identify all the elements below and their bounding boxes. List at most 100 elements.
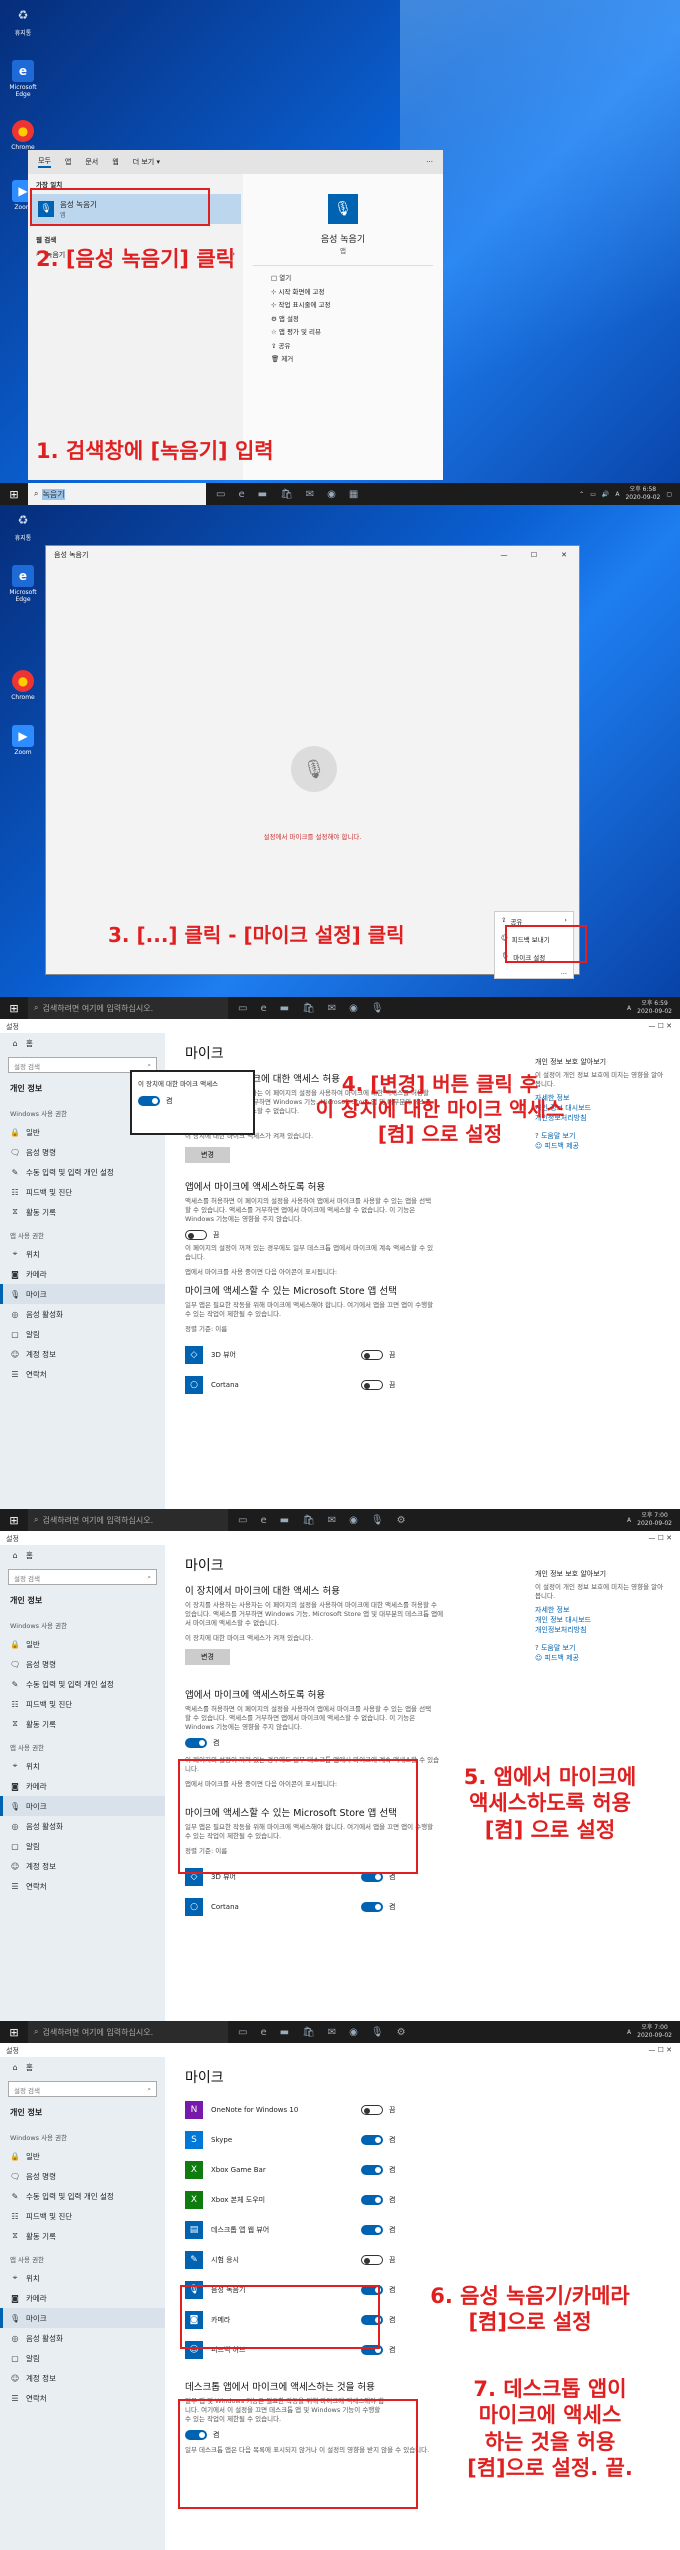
action-uninstall[interactable]: 🗑 제거 bbox=[253, 353, 433, 367]
desktop-icon-recycle[interactable]: ♻ 휴지통 bbox=[6, 509, 40, 542]
clock[interactable]: 오후 6:59 2020-09-02 bbox=[637, 1000, 672, 1016]
desktop-icon-chrome[interactable]: ● Chrome bbox=[6, 670, 40, 701]
apps-access-toggle[interactable] bbox=[185, 1738, 207, 1748]
notification-icon[interactable]: ▢ bbox=[666, 491, 672, 498]
action-open[interactable]: □ 열기 bbox=[253, 272, 433, 286]
chrome-icon[interactable]: ◉ bbox=[327, 489, 336, 500]
store-icon[interactable]: 🛍 bbox=[302, 2027, 315, 2038]
action-app-settings[interactable]: ⚙ 앱 설정 bbox=[253, 313, 433, 327]
gear-icon[interactable]: ⚙ bbox=[397, 1515, 406, 1526]
nav-microphone[interactable]: 🎙 마이크 bbox=[0, 2308, 165, 2328]
nav-speech[interactable]: 🗨 음성 명령 bbox=[0, 1142, 165, 1162]
action-pin-taskbar[interactable]: ⊹ 작업 표시줄에 고정 bbox=[253, 299, 433, 313]
task-view-icon[interactable]: ▭ bbox=[216, 489, 225, 500]
app-toggle[interactable] bbox=[361, 2225, 383, 2235]
app-toggle[interactable] bbox=[361, 2135, 383, 2145]
device-access-toggle[interactable] bbox=[138, 1096, 160, 1106]
ime-indicator[interactable]: A bbox=[627, 1005, 631, 1012]
folder-icon[interactable]: ▬ bbox=[280, 2027, 289, 2038]
recorder-icon[interactable]: 🎙 bbox=[371, 1515, 384, 1526]
folder-icon[interactable]: ▬ bbox=[280, 1003, 289, 1014]
change-button[interactable]: 변경 bbox=[185, 1649, 230, 1665]
nav-contacts[interactable]: ☰ 연락처 bbox=[0, 1876, 165, 1896]
app-toggle[interactable] bbox=[361, 1380, 383, 1390]
ime-indicator[interactable]: A bbox=[627, 2029, 631, 2036]
gear-icon[interactable]: ⚙ bbox=[397, 2027, 406, 2038]
app-toggle[interactable] bbox=[361, 2165, 383, 2175]
nav-camera[interactable]: ◙ 카메라 bbox=[0, 1264, 165, 1284]
desktop-icon-edge[interactable]: e Microsoft Edge bbox=[6, 565, 40, 603]
tab-docs[interactable]: 문서 bbox=[85, 157, 98, 167]
action-pin-start[interactable]: ⊹ 시작 화면에 고정 bbox=[253, 286, 433, 300]
tab-more[interactable]: 더 보기 ▾ bbox=[133, 157, 160, 167]
nav-camera[interactable]: ◙ 카메라 bbox=[0, 1776, 165, 1796]
chrome-icon[interactable]: ◉ bbox=[349, 1515, 358, 1526]
app-toggle[interactable] bbox=[361, 1902, 383, 1912]
folder-icon[interactable]: ▬ bbox=[258, 489, 267, 500]
nav-microphone[interactable]: 🎙 마이크 bbox=[0, 1284, 165, 1304]
chrome-icon[interactable]: ◉ bbox=[349, 2027, 358, 2038]
nav-inking[interactable]: ✎ 수동 입력 및 입력 개인 설정 bbox=[0, 1674, 165, 1694]
recorder-icon[interactable]: 🎙 bbox=[371, 1003, 384, 1014]
chrome-icon[interactable]: ◉ bbox=[349, 1003, 358, 1014]
nav-notifications[interactable]: ▢ 알림 bbox=[0, 2348, 165, 2368]
nav-account-info[interactable]: ☺ 계정 정보 bbox=[0, 1856, 165, 1876]
windows-start-icon[interactable]: ⊞ bbox=[0, 1509, 28, 1531]
nav-activity[interactable]: ⧖ 활동 기록 bbox=[0, 2226, 165, 2246]
network-icon[interactable]: ▭ bbox=[590, 491, 596, 498]
nav-notifications[interactable]: ▢ 알림 bbox=[0, 1324, 165, 1344]
nav-diagnostics[interactable]: ☷ 피드백 및 진단 bbox=[0, 1182, 165, 1202]
desktop-icon-chrome[interactable]: ● Chrome bbox=[6, 120, 40, 151]
nav-general[interactable]: 🔒 일반 bbox=[0, 2146, 165, 2166]
mail-icon[interactable]: ✉ bbox=[328, 2027, 336, 2038]
tab-web[interactable]: 웹 bbox=[112, 157, 118, 167]
action-share[interactable]: ⇪ 공유 bbox=[253, 340, 433, 354]
nav-general[interactable]: 🔒 일반 bbox=[0, 1634, 165, 1654]
recorder-icon[interactable]: 🎙 bbox=[371, 2027, 384, 2038]
task-view-icon[interactable]: ▭ bbox=[238, 1003, 247, 1014]
desktop-icon-recycle[interactable]: ♻ 휴지통 bbox=[6, 4, 40, 37]
nav-voice-activation[interactable]: ◎ 음성 활성화 bbox=[0, 1304, 165, 1324]
mail-icon[interactable]: ✉ bbox=[328, 1515, 336, 1526]
nav-location[interactable]: ⌖ 위치 bbox=[0, 1756, 165, 1776]
volume-icon[interactable]: 🔊 bbox=[602, 491, 609, 498]
ime-indicator[interactable]: A bbox=[627, 1517, 631, 1524]
task-view-icon[interactable]: ▭ bbox=[238, 2027, 247, 2038]
nav-activity[interactable]: ⧖ 활동 기록 bbox=[0, 1202, 165, 1222]
maximize-icon[interactable]: ☐ bbox=[519, 551, 549, 559]
nav-contacts[interactable]: ☰ 연락처 bbox=[0, 2388, 165, 2408]
nav-camera[interactable]: ◙ 카메라 bbox=[0, 2288, 165, 2308]
nav-voice-activation[interactable]: ◎ 음성 활성화 bbox=[0, 2328, 165, 2348]
app-icon[interactable]: ▦ bbox=[349, 489, 358, 500]
settings-search[interactable]: 설정 검색 ⌕ bbox=[8, 1569, 157, 1585]
taskbar-search-box[interactable]: ⌕ 녹음기 bbox=[28, 483, 206, 505]
windows-start-icon[interactable]: ⊞ bbox=[0, 2021, 28, 2043]
store-icon[interactable]: 🛍 bbox=[280, 489, 293, 500]
apps-access-toggle[interactable] bbox=[185, 1230, 207, 1240]
taskbar-search-box[interactable]: ⌕ 검색하려면 여기에 입력하십시오. bbox=[28, 1509, 228, 1531]
nav-home[interactable]: ⌂ 홈 bbox=[0, 1545, 165, 1565]
nav-activity[interactable]: ⧖ 활동 기록 bbox=[0, 1714, 165, 1734]
app-toggle[interactable] bbox=[361, 1350, 383, 1360]
windows-start-icon[interactable]: ⊞ bbox=[0, 997, 28, 1019]
clock[interactable]: 오후 7:00 2020-09-02 bbox=[637, 2024, 672, 2040]
close-icon[interactable]: ✕ bbox=[549, 551, 579, 559]
clock[interactable]: 오후 7:00 2020-09-02 bbox=[637, 1512, 672, 1528]
nav-contacts[interactable]: ☰ 연락처 bbox=[0, 1364, 165, 1384]
taskbar-search-box[interactable]: ⌕ 검색하려면 여기에 입력하십시오. bbox=[28, 997, 228, 1019]
app-toggle[interactable] bbox=[361, 2255, 383, 2265]
desktop-icon-edge[interactable]: e Microsoft Edge bbox=[6, 60, 40, 98]
mail-icon[interactable]: ✉ bbox=[328, 1003, 336, 1014]
more-options-icon[interactable]: ··· bbox=[426, 158, 433, 166]
nav-account-info[interactable]: ☺ 계정 정보 bbox=[0, 2368, 165, 2388]
mail-icon[interactable]: ✉ bbox=[306, 489, 314, 500]
nav-notifications[interactable]: ▢ 알림 bbox=[0, 1836, 165, 1856]
tray-up-icon[interactable]: ⌃ bbox=[579, 491, 584, 498]
action-rate[interactable]: ☆ 앱 평가 및 리뷰 bbox=[253, 326, 433, 340]
settings-search[interactable]: 설정 검색 ⌕ bbox=[8, 2081, 157, 2097]
task-view-icon[interactable]: ▭ bbox=[238, 1515, 247, 1526]
clock[interactable]: 오후 6:58 2020-09-02 bbox=[625, 486, 660, 502]
nav-speech[interactable]: 🗨 음성 명령 bbox=[0, 1654, 165, 1674]
app-toggle[interactable] bbox=[361, 2195, 383, 2205]
edge-icon[interactable]: e bbox=[260, 1003, 266, 1014]
